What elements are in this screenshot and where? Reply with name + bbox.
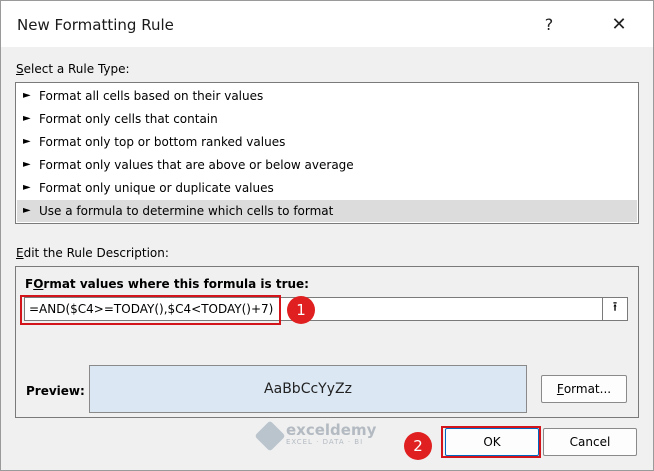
step-marker-2: 2 [404, 432, 432, 460]
ok-highlight-box [441, 426, 541, 458]
rule-item-top-bottom[interactable]: ► Format only top or bottom ranked value… [17, 131, 637, 153]
arrow-icon: ► [23, 113, 31, 124]
rule-item-use-formula[interactable]: ► Use a formula to determine which cells… [17, 200, 637, 222]
rule-item-cells-that-contain[interactable]: ► Format only cells that contain [17, 108, 637, 130]
collapse-dialog-button[interactable]: ⭱ [602, 297, 628, 321]
upload-arrow-icon: ⭱ [612, 300, 618, 315]
rule-type-label: Select a Rule Type: [16, 62, 130, 76]
new-formatting-rule-dialog: New Formatting Rule ? ✕ Select a Rule Ty… [0, 0, 654, 471]
preview-sample: AaBbCcYyZz [89, 365, 527, 413]
preview-label: Preview: [26, 384, 85, 398]
step-marker-1: 1 [287, 296, 315, 324]
exceldemy-logo-icon [254, 420, 286, 452]
rule-item-above-below-average[interactable]: ► Format only values that are above or b… [17, 154, 637, 176]
cancel-button[interactable]: Cancel [543, 428, 637, 456]
close-button[interactable]: ✕ [599, 9, 639, 39]
format-button[interactable]: Format... [541, 375, 627, 403]
arrow-icon: ► [23, 205, 31, 216]
title-bar: New Formatting Rule ? ✕ [1, 1, 653, 47]
rule-description-label: Edit the Rule Description: [16, 246, 169, 260]
dialog-title: New Formatting Rule [17, 16, 174, 34]
formula-label: FOrmat values where this formula is true… [25, 277, 309, 291]
arrow-icon: ► [23, 182, 31, 193]
exceldemy-watermark: exceldemy EXCEL · DATA · BI [254, 420, 376, 452]
arrow-icon: ► [23, 159, 31, 170]
rule-item-unique-duplicate[interactable]: ► Format only unique or duplicate values [17, 177, 637, 199]
rule-item-all-cells[interactable]: ► Format all cells based on their values [17, 85, 637, 107]
rule-type-list[interactable]: ► Format all cells based on their values… [15, 82, 639, 224]
arrow-icon: ► [23, 136, 31, 147]
rule-description-panel: FOrmat values where this formula is true… [15, 266, 639, 418]
help-button[interactable]: ? [529, 9, 569, 39]
formula-highlight-box [20, 295, 281, 325]
arrow-icon: ► [23, 90, 31, 101]
